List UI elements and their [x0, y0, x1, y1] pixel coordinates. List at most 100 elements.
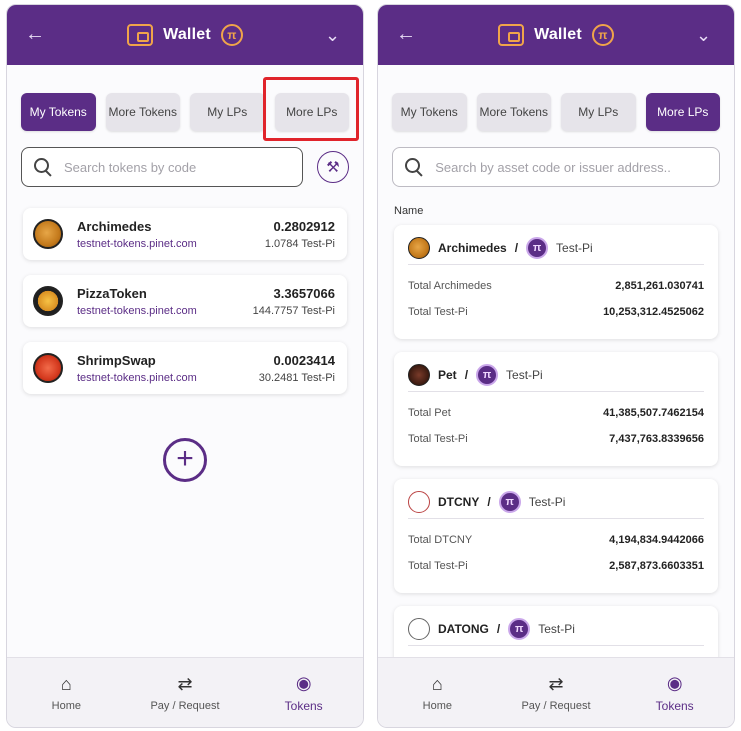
tools-icon: ⚒ [326, 159, 340, 176]
token-row[interactable]: Archimedes testnet-tokens.pinet.com 0.28… [23, 208, 347, 260]
token-tabs: My Tokens More Tokens My LPs More LPs [392, 93, 720, 131]
pool-separator: / [464, 367, 469, 382]
pool-pair: Test-Pi [506, 367, 543, 382]
pool-stat-value: 2,851,261.030741 [615, 280, 704, 292]
pool-card[interactable]: Archimedes / π Test-Pi Total Archimedes 2… [394, 225, 718, 339]
swap-arrows-icon: ⇄ [177, 673, 193, 694]
home-icon: ⌂ [60, 673, 72, 694]
pool-stat-value: 41,385,507.7462154 [603, 407, 704, 419]
archimedes-logo-icon [33, 219, 63, 249]
wallet-screen-my-tokens: ← Wallet π ⌄ My Tokens More Tokens My LP… [6, 4, 364, 728]
pi-icon: π [220, 24, 243, 46]
add-token-button[interactable]: + [163, 438, 207, 482]
pool-separator: / [514, 240, 519, 255]
pool-pair: Test-Pi [556, 240, 593, 255]
wallet-icon [127, 24, 154, 46]
tab-more-tokens[interactable]: More Tokens [105, 93, 180, 131]
nav-label: Pay / Request [150, 699, 220, 712]
pool-stat-value: 10,253,312.4525062 [603, 306, 704, 318]
tab-more-tokens[interactable]: More Tokens [476, 93, 551, 131]
pool-separator: / [496, 621, 501, 636]
archimedes-logo-icon [408, 236, 430, 259]
search-input[interactable] [435, 159, 719, 175]
pool-card[interactable]: Pet / π Test-Pi Total Pet 41,385,507.7462… [394, 352, 718, 466]
pool-stat-label: Total Test-Pi [408, 306, 468, 318]
token-row[interactable]: ShrimpSwap testnet-tokens.pinet.com 0.00… [23, 342, 347, 394]
pool-stat-value: 4,194,834.9442066 [609, 534, 704, 546]
pi-coin-icon: π [498, 490, 521, 513]
tab-my-lps[interactable]: My LPs [190, 93, 265, 131]
token-name: PizzaToken [77, 285, 147, 301]
nav-label: Pay / Request [521, 699, 591, 712]
token-balance: 0.0023414 [273, 352, 335, 368]
nav-pay-request[interactable]: ⇄ Pay / Request [497, 658, 616, 727]
tab-my-tokens[interactable]: My Tokens [21, 93, 96, 131]
nav-home[interactable]: ⌂ Home [7, 658, 126, 727]
swap-arrows-icon: ⇄ [548, 673, 564, 694]
pool-pair: Test-Pi [528, 494, 566, 509]
nav-tokens[interactable]: ◉ Tokens [615, 658, 734, 727]
content-area: My Tokens More Tokens My LPs More LPs ⚒ … [7, 65, 363, 657]
token-row[interactable]: PizzaToken testnet-tokens.pinet.com 3.36… [23, 275, 347, 327]
chevron-down-icon[interactable]: ⌄ [696, 24, 718, 46]
shrimp-logo-icon [33, 353, 63, 383]
search-row: ⚒ [21, 147, 349, 187]
nav-pay-request[interactable]: ⇄ Pay / Request [126, 658, 245, 727]
bottom-nav: ⌂ Home ⇄ Pay / Request ◉ Tokens [7, 657, 363, 727]
pool-asset: Archimedes [438, 240, 507, 255]
bottom-nav: ⌂ Home ⇄ Pay / Request ◉ Tokens [378, 657, 734, 727]
token-name: ShrimpSwap [77, 352, 156, 368]
token-name: Archimedes [77, 218, 152, 234]
search-icon [405, 158, 421, 176]
dtcny-logo-icon [408, 490, 430, 513]
search-icon [34, 158, 50, 176]
header-title-group: Wallet π [498, 24, 614, 46]
nav-label: Home [51, 699, 81, 712]
pool-stat-label: Total Test-Pi [408, 433, 468, 445]
pool-stat-label: Total Test-Pi [408, 560, 468, 572]
back-arrow-icon[interactable]: ← [396, 23, 418, 45]
nav-home[interactable]: ⌂ Home [378, 658, 497, 727]
money-bag-icon: ◉ [295, 672, 312, 693]
back-arrow-icon[interactable]: ← [25, 23, 47, 45]
search-box [392, 147, 720, 187]
tab-my-tokens[interactable]: My Tokens [392, 93, 467, 131]
pool-stat-label: Total Archimedes [408, 280, 492, 292]
search-row [392, 147, 720, 187]
search-input[interactable] [63, 159, 302, 175]
pool-separator: / [487, 494, 491, 509]
header-bar: ← Wallet π ⌄ [7, 5, 363, 65]
token-domain: testnet-tokens.pinet.com [77, 371, 197, 384]
header-title-group: Wallet π [127, 24, 243, 46]
pi-icon: π [591, 24, 614, 46]
nav-label: Tokens [655, 698, 694, 713]
wallet-screen-more-lps: ← Wallet π ⌄ My Tokens More Tokens My LP… [377, 4, 735, 728]
datong-logo-icon [408, 617, 430, 640]
pool-asset: DTCNY [438, 494, 480, 509]
pool-stat-label: Total Pet [408, 407, 451, 419]
pool-stat-label: Total DTCNY [408, 534, 473, 546]
token-balance: 0.2802912 [273, 218, 335, 234]
nav-tokens[interactable]: ◉ Tokens [244, 658, 363, 727]
tab-my-lps[interactable]: My LPs [561, 93, 636, 131]
pizza-logo-icon [33, 286, 63, 316]
header-bar: ← Wallet π ⌄ [378, 5, 734, 65]
tab-more-lps[interactable]: More LPs [645, 93, 720, 131]
header-title: Wallet [163, 26, 211, 43]
pool-pair: Test-Pi [538, 621, 575, 636]
highlight-box [263, 77, 359, 141]
nav-label: Home [422, 699, 452, 712]
header-title: Wallet [534, 26, 582, 43]
tools-button[interactable]: ⚒ [317, 151, 349, 183]
pool-card[interactable]: DTCNY / π Test-Pi Total DTCNY 4,194,834.9… [394, 479, 718, 593]
search-box [21, 147, 303, 187]
chevron-down-icon[interactable]: ⌄ [325, 24, 347, 46]
pool-asset: Pet [438, 367, 457, 382]
pet-logo-icon [408, 363, 430, 386]
wallet-icon [498, 24, 525, 46]
token-pi-value: 144.7757 Test-Pi [252, 304, 335, 317]
pool-stat-value: 7,437,763.8339656 [609, 433, 704, 445]
nav-label: Tokens [284, 698, 323, 713]
money-bag-icon: ◉ [666, 672, 683, 693]
column-header-name: Name [394, 205, 424, 217]
